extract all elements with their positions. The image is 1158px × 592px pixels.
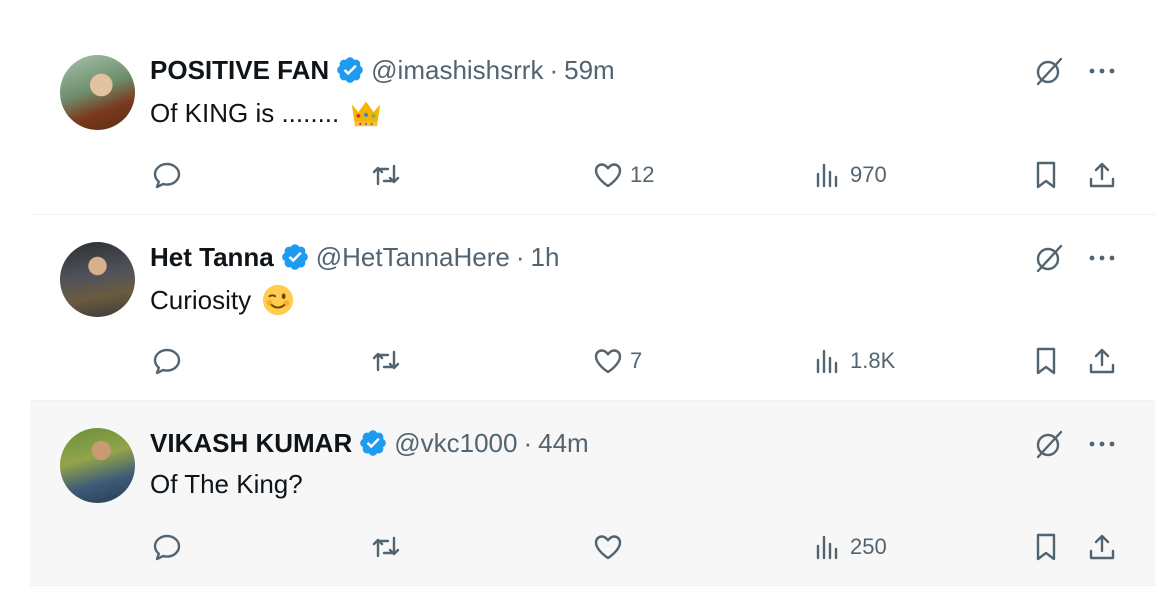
tweet-text-content: Of KING is ........: [150, 97, 340, 128]
tweet-top-right: [1032, 427, 1118, 461]
retweet-button[interactable]: [370, 342, 408, 380]
like-button[interactable]: 12: [592, 156, 654, 194]
tweet-header: Het Tanna @HetTannaHere · 1h: [150, 241, 559, 273]
grok-icon[interactable]: [1032, 241, 1066, 275]
tweet-text: Of KING is ........: [150, 96, 383, 130]
tweet-text-content: Curiosity: [150, 284, 252, 315]
tweet[interactable]: VIKASH KUMAR @vkc1000 · 44m Of The King?: [30, 401, 1155, 586]
retweet-button[interactable]: [370, 528, 408, 566]
author-handle[interactable]: @vkc1000: [394, 428, 517, 459]
bookmark-button[interactable]: [1030, 156, 1062, 194]
more-options-icon[interactable]: [1086, 54, 1118, 88]
winking-face-emoji-icon: [263, 284, 294, 316]
avatar[interactable]: [60, 55, 135, 130]
separator: ·: [549, 54, 559, 85]
retweet-icon: [372, 350, 400, 372]
separator: ·: [523, 427, 533, 458]
bookmark-icon: [1036, 161, 1056, 189]
view-count: 970: [850, 162, 887, 187]
timestamp[interactable]: 1h: [531, 242, 560, 273]
view-count: 1.8K: [850, 348, 896, 373]
avatar[interactable]: [60, 242, 135, 317]
author-name[interactable]: Het Tanna: [150, 242, 274, 273]
author-name[interactable]: VIKASH KUMAR: [150, 428, 352, 459]
heart-icon: [594, 535, 622, 560]
bookmark-button[interactable]: [1030, 528, 1062, 566]
author-name[interactable]: POSITIVE FAN: [150, 55, 329, 86]
views-icon: [816, 535, 838, 560]
reply-button[interactable]: [151, 342, 189, 380]
share-icon: [1089, 348, 1115, 374]
tweet-text: Of The King?: [150, 469, 303, 500]
tweet-text-content: Of The King?: [150, 469, 303, 499]
avatar[interactable]: [60, 428, 135, 503]
verified-badge-icon: [337, 57, 363, 83]
tweet[interactable]: Het Tanna @HetTannaHere · 1h Curiosity 7…: [30, 215, 1155, 401]
retweet-button[interactable]: [370, 156, 408, 194]
grok-icon[interactable]: [1032, 427, 1066, 461]
views-icon: [816, 163, 838, 188]
verified-badge-icon: [281, 244, 308, 270]
retweet-icon: [372, 536, 400, 558]
tweet-actions: 12 970: [30, 156, 1155, 194]
reply-feed: POSITIVE FAN @imashishsrrk · 59m Of KING…: [0, 0, 1158, 592]
tweet[interactable]: POSITIVE FAN @imashishsrrk · 59m Of KING…: [30, 28, 1155, 215]
share-icon: [1089, 534, 1115, 560]
grok-icon[interactable]: [1032, 54, 1066, 88]
like-button[interactable]: [592, 528, 630, 566]
like-button[interactable]: 7: [592, 342, 642, 380]
tweet-text: Curiosity: [150, 283, 295, 317]
tweet-header: VIKASH KUMAR @vkc1000 · 44m: [150, 427, 589, 459]
reply-button[interactable]: [151, 528, 189, 566]
separator: ·: [515, 241, 525, 272]
views-button[interactable]: 250: [812, 528, 887, 566]
share-icon: [1089, 162, 1115, 188]
share-button[interactable]: [1086, 156, 1118, 194]
timestamp[interactable]: 44m: [538, 428, 589, 459]
tweet-header: POSITIVE FAN @imashishsrrk · 59m: [150, 54, 615, 86]
crown-emoji-icon: [352, 101, 381, 127]
view-count: 250: [850, 534, 887, 559]
views-icon: [816, 349, 838, 374]
heart-icon: [594, 163, 622, 188]
reply-button[interactable]: [151, 156, 189, 194]
author-handle[interactable]: @imashishsrrk: [371, 55, 543, 86]
share-button[interactable]: [1086, 528, 1118, 566]
timestamp[interactable]: 59m: [564, 55, 615, 86]
like-count: 12: [630, 162, 655, 187]
bookmark-button[interactable]: [1030, 342, 1062, 380]
views-button[interactable]: 1.8K: [812, 342, 895, 380]
tweet-top-right: [1032, 54, 1118, 88]
views-button[interactable]: 970: [812, 156, 887, 194]
heart-icon: [594, 349, 622, 374]
bookmark-icon: [1036, 347, 1056, 375]
reply-icon: [153, 534, 181, 561]
tweet-actions: 250: [30, 528, 1155, 566]
more-options-icon[interactable]: [1086, 427, 1118, 461]
tweet-top-right: [1032, 241, 1118, 275]
reply-icon: [153, 162, 181, 189]
reply-icon: [153, 348, 181, 375]
bookmark-icon: [1036, 533, 1056, 561]
share-button[interactable]: [1086, 342, 1118, 380]
tweet-actions: 7 1.8K: [30, 342, 1155, 380]
author-handle[interactable]: @HetTannaHere: [316, 242, 510, 273]
verified-badge-icon: [360, 430, 387, 456]
more-options-icon[interactable]: [1086, 241, 1118, 275]
like-count: 7: [630, 348, 643, 373]
retweet-icon: [372, 164, 400, 186]
